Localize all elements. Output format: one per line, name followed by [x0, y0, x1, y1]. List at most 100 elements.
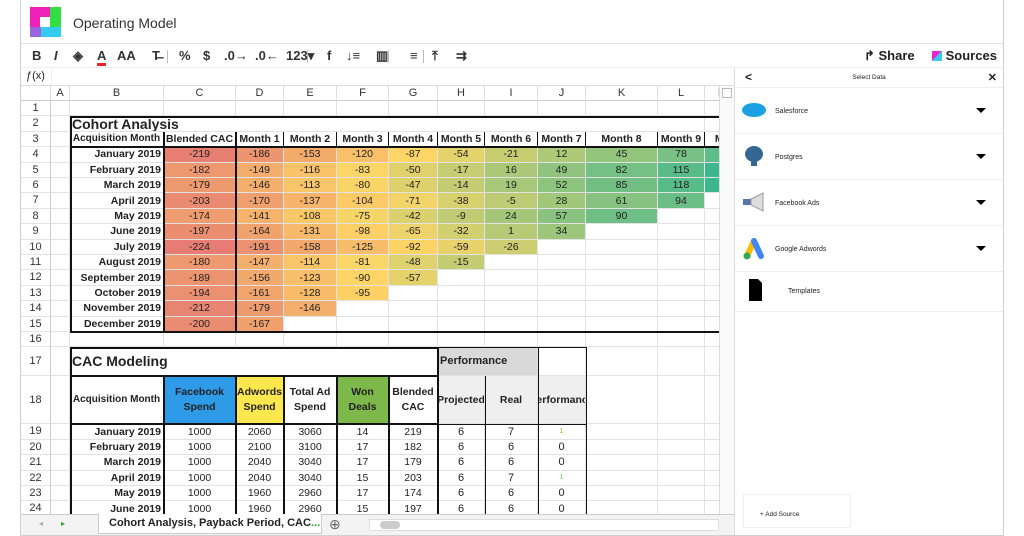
column-header-B[interactable]: B	[70, 86, 164, 101]
number-format-icon[interactable]: 123▾	[286, 48, 314, 64]
performance-value[interactable]: 6	[485, 455, 538, 471]
cohort-value[interactable]: -224	[164, 239, 236, 255]
cell[interactable]	[51, 486, 70, 502]
cohort-value[interactable]: -113	[284, 178, 337, 194]
cohort-value[interactable]: -108	[284, 208, 337, 225]
performance-value[interactable]: 1	[538, 470, 586, 486]
row-label[interactable]: May 2019	[70, 486, 164, 502]
cohort-value[interactable]: -147	[236, 255, 284, 271]
row-header-1[interactable]: 1	[21, 101, 51, 117]
add-source-button[interactable]: + Add Source	[743, 494, 851, 528]
column-header-E[interactable]: E	[284, 86, 337, 101]
cohort-value[interactable]: -9	[438, 208, 485, 225]
cohort-value[interactable]	[658, 316, 705, 332]
cohort-value[interactable]: -57	[389, 270, 438, 286]
cell[interactable]	[658, 332, 705, 348]
cac-value[interactable]: 1000	[164, 470, 236, 486]
performance-value[interactable]: 6	[438, 455, 485, 471]
performance-value[interactable]: 0	[538, 439, 586, 456]
scroll-thumb[interactable]	[380, 521, 400, 529]
cell[interactable]	[658, 101, 705, 117]
cohort-value[interactable]: 19	[485, 178, 538, 194]
cohort-value[interactable]: -131	[284, 224, 337, 240]
row-header-2[interactable]: 2	[21, 116, 51, 132]
row-header-14[interactable]: 14	[21, 301, 51, 317]
cac-value[interactable]: 1000	[164, 501, 236, 514]
column-header-J[interactable]: J	[538, 86, 586, 101]
row-header-10[interactable]: 10	[21, 239, 51, 255]
cohort-value[interactable]: -167	[236, 316, 284, 332]
performance-value[interactable]: 6	[438, 486, 485, 502]
cac-value[interactable]: 2040	[236, 470, 284, 486]
row-label[interactable]: January 2019	[70, 147, 164, 163]
cell[interactable]	[51, 285, 70, 302]
text-wrap-icon[interactable]: ⇉	[456, 48, 467, 64]
cohort-value[interactable]	[485, 316, 538, 332]
performance-value[interactable]: 6	[438, 501, 485, 514]
function-icon[interactable]: f	[327, 48, 331, 63]
cohort-value[interactable]: -200	[164, 316, 236, 332]
chevron-down-icon[interactable]	[976, 108, 986, 113]
row-header-12[interactable]: 12	[21, 270, 51, 286]
cac-value[interactable]: 2100	[236, 439, 284, 456]
column-label[interactable]: Acquisition Month	[70, 131, 164, 148]
cohort-value[interactable]	[658, 255, 705, 271]
close-icon[interactable]: ✕	[988, 71, 997, 84]
cell[interactable]	[586, 101, 658, 117]
performance-value[interactable]: 6	[438, 470, 485, 486]
sources-button[interactable]: Sources	[932, 48, 997, 63]
cell[interactable]	[586, 424, 658, 440]
cell[interactable]	[51, 208, 70, 225]
cell[interactable]	[51, 131, 70, 148]
cell[interactable]	[236, 332, 284, 348]
cohort-value[interactable]: -137	[284, 193, 337, 209]
cohort-value[interactable]: -98	[337, 224, 389, 240]
column-label[interactable]: Won Deals	[337, 376, 389, 425]
cohort-value[interactable]: -32	[438, 224, 485, 240]
spreadsheet-grid[interactable]: ABCDEFGHIJKLM123456789101112131415161718…	[21, 86, 734, 514]
cohort-value[interactable]: -14	[438, 178, 485, 194]
cac-value[interactable]: 179	[389, 455, 438, 471]
cell[interactable]	[438, 332, 485, 348]
cohort-value[interactable]	[658, 208, 705, 225]
cohort-value[interactable]: -21	[485, 147, 538, 163]
cell[interactable]	[485, 101, 538, 117]
column-header-I[interactable]: I	[485, 86, 538, 101]
source-facebook-ads[interactable]: Facebook Ads	[735, 180, 1003, 226]
chevron-down-icon[interactable]	[976, 246, 986, 251]
cohort-value[interactable]: -219	[164, 147, 236, 163]
cohort-value[interactable]	[658, 224, 705, 240]
cac-value[interactable]: 3040	[284, 470, 337, 486]
row-label[interactable]: April 2019	[70, 193, 164, 209]
cohort-value[interactable]: -54	[438, 147, 485, 163]
cohort-value[interactable]	[538, 255, 586, 271]
cohort-value[interactable]	[438, 285, 485, 302]
cohort-value[interactable]: -146	[284, 301, 337, 317]
cohort-value[interactable]	[586, 270, 658, 286]
more-tabs-button[interactable]: ...	[311, 517, 320, 529]
row-header-4[interactable]: 4	[21, 147, 51, 163]
cohort-value[interactable]: -194	[164, 285, 236, 302]
cell[interactable]	[51, 470, 70, 486]
cohort-value[interactable]: -180	[164, 255, 236, 271]
cell[interactable]	[51, 439, 70, 456]
cell[interactable]	[51, 178, 70, 194]
select-all-corner[interactable]	[21, 86, 51, 101]
column-label[interactable]: Real	[485, 376, 538, 425]
cac-value[interactable]: 174	[389, 486, 438, 502]
cohort-value[interactable]: -15	[438, 255, 485, 271]
cell[interactable]	[51, 162, 70, 178]
cohort-value[interactable]: 1	[485, 224, 538, 240]
cac-value[interactable]: 17	[337, 455, 389, 471]
cohort-value[interactable]: -95	[337, 285, 389, 302]
cell[interactable]	[389, 101, 438, 117]
cohort-value[interactable]: -164	[236, 224, 284, 240]
cohort-value[interactable]: 24	[485, 208, 538, 225]
cohort-value[interactable]	[337, 316, 389, 332]
currency-icon[interactable]: $	[203, 48, 210, 63]
performance-value[interactable]: 7	[485, 424, 538, 440]
cohort-value[interactable]: -81	[337, 255, 389, 271]
row-label[interactable]: June 2019	[70, 501, 164, 514]
cohort-value[interactable]: 34	[538, 224, 586, 240]
performance-value[interactable]: 0	[538, 501, 586, 514]
